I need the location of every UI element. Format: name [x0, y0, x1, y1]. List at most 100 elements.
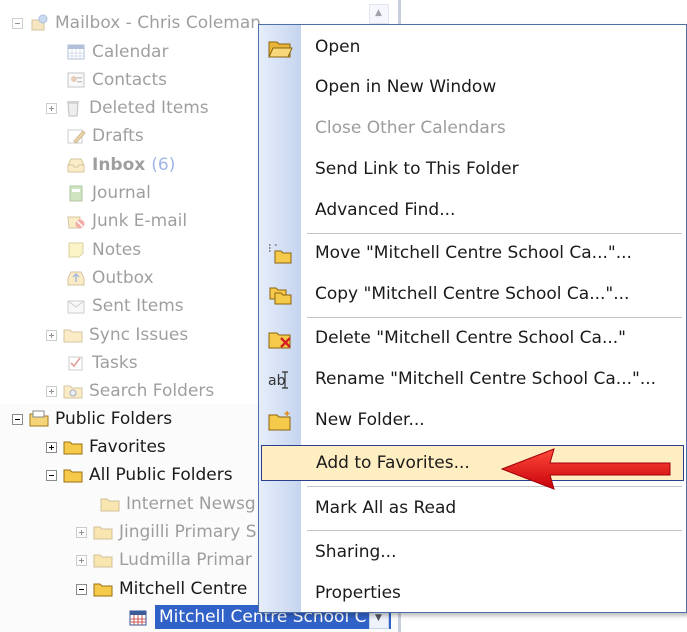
tree-node-mailbox[interactable]: Mailbox - Chris Coleman: [12, 10, 261, 36]
tree-node-label: Internet Newsg: [126, 494, 256, 514]
tree-node-notes[interactable]: Notes: [66, 237, 141, 263]
tree-node-label: Inbox: [92, 155, 146, 175]
menu-separator: [307, 317, 682, 318]
tree-node-jingilli-primary[interactable]: Jingilli Primary S: [76, 519, 257, 545]
journal-icon: [66, 184, 86, 202]
tree-node-label: Sync Issues: [89, 325, 189, 345]
tree-node-label: All Public Folders: [89, 465, 233, 485]
tree-node-label: Mitchell Centre: [119, 579, 248, 599]
folder-icon: [100, 495, 120, 513]
tree-node-selected-calendar-icon-slot: [128, 605, 154, 631]
rename-icon: ab: [267, 369, 293, 391]
tree-node-contacts[interactable]: Contacts: [66, 67, 167, 93]
menu-item-delete[interactable]: Delete "Mitchell Centre School Ca...": [259, 320, 686, 356]
menu-item-label: Advanced Find...: [315, 200, 456, 220]
menu-item-send-link[interactable]: Send Link to This Folder: [259, 151, 686, 187]
new-folder-icon: [267, 410, 293, 432]
collapse-icon[interactable]: [12, 413, 23, 425]
expand-icon[interactable]: [76, 554, 87, 566]
expand-icon[interactable]: [46, 102, 57, 114]
tree-node-all-public-folders[interactable]: All Public Folders: [46, 462, 233, 488]
tree-node-internet-newsgroups[interactable]: Internet Newsg: [100, 491, 256, 517]
tree-node-junk-email[interactable]: Junk E-mail: [66, 208, 187, 234]
tree-node-ludmilla-primary[interactable]: Ludmilla Primar: [76, 547, 252, 573]
folder-icon: [93, 523, 113, 541]
menu-item-label: Send Link to This Folder: [315, 159, 519, 179]
tree-node-deleted-items[interactable]: Deleted Items: [46, 95, 209, 121]
tree-node-label: Journal: [92, 183, 151, 203]
folder-icon: [63, 326, 83, 344]
outbox-icon: [66, 269, 86, 287]
expand-icon[interactable]: [46, 385, 57, 397]
sent-items-icon: [66, 297, 86, 315]
tree-node-favorites[interactable]: Favorites: [46, 434, 166, 460]
tree-node-label: Favorites: [89, 437, 166, 457]
tree-node-inbox[interactable]: Inbox (6): [66, 152, 175, 178]
menu-item-advanced-find[interactable]: Advanced Find...: [259, 192, 686, 228]
move-folder-icon: [267, 243, 293, 265]
menu-item-label: Mark All as Read: [315, 498, 457, 518]
menu-item-label: New Folder...: [315, 410, 425, 430]
copy-folder-icon: [267, 284, 293, 306]
expand-icon[interactable]: [46, 329, 57, 341]
menu-item-move[interactable]: Move "Mitchell Centre School Ca..."...: [259, 235, 686, 271]
tree-node-sync-issues[interactable]: Sync Issues: [46, 322, 188, 348]
tree-node-sent-items[interactable]: Sent Items: [66, 293, 184, 319]
public-folders-icon: [29, 410, 49, 428]
tree-node-tasks[interactable]: Tasks: [66, 350, 138, 376]
tree-node-label: Ludmilla Primar: [119, 550, 252, 570]
tree-node-label: Notes: [92, 240, 142, 260]
tree-node-label: Calendar: [92, 42, 169, 62]
menu-item-label: Open in New Window: [315, 77, 497, 97]
folder-icon: [93, 551, 113, 569]
collapse-icon[interactable]: [76, 583, 87, 595]
menu-item-properties[interactable]: Properties: [259, 575, 686, 611]
tree-node-label: Drafts: [92, 126, 144, 146]
menu-item-sharing[interactable]: Sharing...: [259, 534, 686, 570]
tree-node-label: Outbox: [92, 268, 154, 288]
menu-item-label: Move "Mitchell Centre School Ca..."...: [315, 243, 632, 263]
menu-item-rename[interactable]: ab Rename "Mitchell Centre School Ca..."…: [259, 361, 686, 397]
arrow-shape: [500, 448, 671, 490]
folder-icon: [63, 466, 83, 484]
context-menu: Open Open in New Window Close Other Cale…: [258, 24, 687, 613]
menu-item-label: Delete "Mitchell Centre School Ca...": [315, 328, 626, 348]
open-folder-icon: [267, 37, 293, 59]
tree-node-public-folders[interactable]: Public Folders: [12, 406, 172, 432]
menu-item-mark-all-read[interactable]: Mark All as Read: [259, 490, 686, 526]
menu-item-copy[interactable]: Copy "Mitchell Centre School Ca..."...: [259, 276, 686, 312]
tree-node-label: Search Folders: [89, 381, 215, 401]
menu-item-open-new-window[interactable]: Open in New Window: [259, 69, 686, 105]
folder-icon: [93, 580, 113, 598]
tree-node-journal[interactable]: Journal: [66, 180, 151, 206]
tree-node-label: Tasks: [92, 353, 138, 373]
tree-node-label: Sent Items: [92, 296, 184, 316]
calendar-icon: [66, 43, 86, 61]
red-arrow-annotation: [500, 448, 671, 490]
scroll-up-button[interactable]: [369, 4, 389, 24]
menu-separator: [307, 233, 682, 234]
tree-node-search-folders[interactable]: Search Folders: [46, 378, 214, 404]
calendar-icon: [128, 609, 148, 627]
tree-node-outbox[interactable]: Outbox: [66, 265, 154, 291]
expand-icon[interactable]: [46, 441, 57, 453]
collapse-icon[interactable]: [46, 469, 57, 481]
tree-node-calendar[interactable]: Calendar: [66, 39, 168, 65]
tree-node-mitchell-centre[interactable]: Mitchell Centre: [76, 576, 247, 602]
folder-icon: [63, 438, 83, 456]
trash-icon: [63, 99, 83, 117]
menu-item-label: Sharing...: [315, 542, 397, 562]
tree-node-label: Mailbox - Chris Coleman: [55, 13, 262, 33]
menu-item-open[interactable]: Open: [259, 29, 686, 65]
svg-text:ab: ab: [268, 373, 286, 389]
menu-separator: [307, 530, 682, 531]
tasks-icon: [66, 354, 86, 372]
menu-item-close-other-calendars: Close Other Calendars: [259, 110, 686, 146]
menu-item-label: Add to Favorites...: [316, 453, 470, 473]
menu-item-new-folder[interactable]: New Folder...: [259, 402, 686, 438]
collapse-icon[interactable]: [12, 17, 23, 29]
tree-node-drafts[interactable]: Drafts: [66, 123, 144, 149]
expand-icon[interactable]: [76, 526, 87, 538]
menu-item-label: Rename "Mitchell Centre School Ca..."...: [315, 369, 657, 389]
tree-node-label: Junk E-mail: [92, 211, 188, 231]
